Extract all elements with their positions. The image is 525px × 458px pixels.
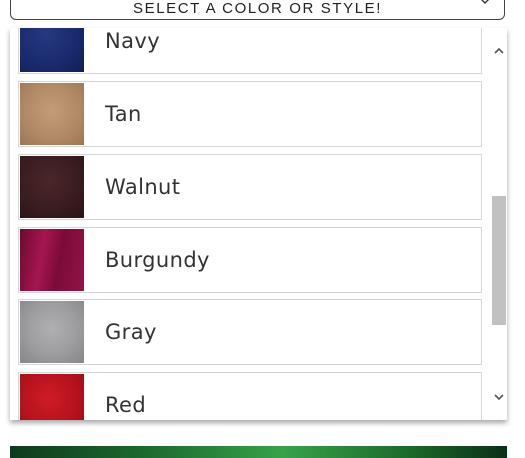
chevron-up-icon[interactable] (493, 44, 505, 56)
swatch-red (20, 374, 84, 420)
select-label: SELECT A COLOR OR STYLE! (132, 0, 383, 17)
chevron-down-icon[interactable] (493, 390, 505, 402)
scrollbar-thumb[interactable] (492, 196, 506, 325)
option-tan[interactable]: Tan (18, 81, 482, 147)
option-navy[interactable]: Navy (18, 28, 482, 74)
product-banner-image (10, 446, 507, 458)
option-gray[interactable]: Gray (18, 299, 482, 365)
swatch-navy (20, 28, 84, 72)
scrollbar[interactable] (491, 28, 507, 420)
swatch-walnut (20, 156, 84, 218)
option-label: Red (105, 393, 147, 417)
option-label: Gray (105, 320, 157, 344)
option-label: Walnut (105, 175, 181, 199)
chevron-down-icon (480, 0, 490, 4)
option-red[interactable]: Red (18, 372, 482, 420)
option-walnut[interactable]: Walnut (18, 154, 482, 220)
page: SELECT A COLOR OR STYLE! Navy Tan Walnut… (0, 0, 525, 458)
swatch-tan (20, 83, 84, 145)
option-label: Tan (105, 102, 142, 126)
swatch-burgundy (20, 229, 84, 291)
option-label: Navy (105, 29, 161, 53)
option-label: Burgundy (105, 248, 210, 272)
color-style-select[interactable]: SELECT A COLOR OR STYLE! (10, 0, 505, 20)
swatch-gray (20, 301, 84, 363)
dropdown-list: Navy Tan Walnut Burgundy Gray Red (10, 28, 507, 420)
options-list: Navy Tan Walnut Burgundy Gray Red (10, 28, 494, 420)
option-burgundy[interactable]: Burgundy (18, 227, 482, 293)
